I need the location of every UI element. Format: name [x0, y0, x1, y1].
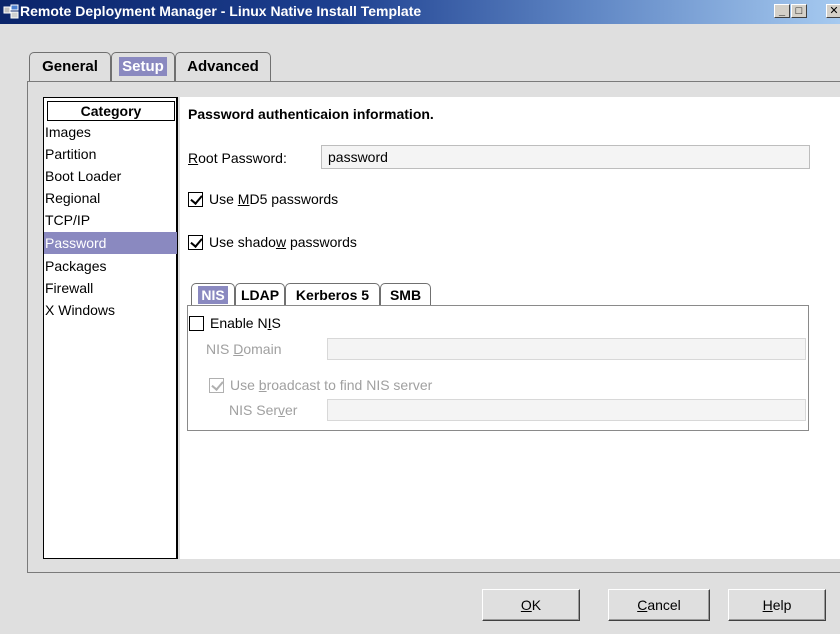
enable-nis-checkbox[interactable]	[189, 315, 204, 331]
ok-button[interactable]: OK	[482, 589, 580, 621]
md5-label: Use MD5 passwords	[209, 191, 339, 207]
cancel-button[interactable]: Cancel	[608, 589, 710, 621]
shadow-checkbox-row[interactable]: Use shadow passwords	[188, 233, 357, 251]
close-icon: ✕	[829, 5, 839, 17]
window-title: Remote Deployment Manager - Linux Native…	[20, 3, 422, 19]
category-item-firewall[interactable]: Firewall	[44, 277, 177, 299]
category-item-tcpip[interactable]: TCP/IP	[44, 209, 177, 231]
category-list: Category Images Partition Boot Loader Re…	[43, 97, 178, 559]
minimize-icon: _	[778, 5, 786, 17]
password-content: Password authenticaion information. Root…	[180, 97, 840, 559]
category-header: Category	[47, 101, 175, 121]
tab-setup[interactable]: Setup	[111, 52, 175, 82]
category-item-password[interactable]: Password	[44, 232, 177, 254]
tab-nis-label: NIS	[198, 286, 228, 304]
category-item-boot-loader[interactable]: Boot Loader	[44, 165, 177, 187]
md5-checkbox-row[interactable]: Use MD5 passwords	[188, 190, 338, 208]
tab-advanced[interactable]: Advanced	[175, 52, 271, 82]
category-item-images[interactable]: Images	[44, 121, 177, 143]
category-item-packages[interactable]: Packages	[44, 255, 177, 277]
enable-nis-label: Enable NIS	[210, 315, 281, 331]
title-bar: Remote Deployment Manager - Linux Native…	[0, 0, 840, 24]
broadcast-label: Use broadcast to find NIS server	[230, 377, 433, 393]
password-heading: Password authenticaion information.	[188, 106, 434, 122]
md5-checkbox[interactable]	[188, 191, 203, 207]
nis-domain-input[interactable]	[327, 338, 806, 360]
root-password-label: Root Password:	[188, 150, 287, 166]
tab-kerberos-5-label: Kerberos 5	[295, 287, 370, 303]
broadcast-checkbox[interactable]	[209, 377, 224, 393]
nis-domain-label: NIS Domain	[206, 341, 282, 357]
shadow-label: Use shadow passwords	[209, 234, 357, 250]
tab-advanced-label: Advanced	[187, 58, 259, 75]
broadcast-row[interactable]: Use broadcast to find NIS server	[209, 376, 432, 394]
enable-nis-row[interactable]: Enable NIS	[189, 314, 281, 332]
shadow-checkbox[interactable]	[188, 234, 203, 250]
minimize-button[interactable]: _	[774, 4, 790, 18]
nis-server-input[interactable]	[327, 399, 806, 421]
tab-general-label: General	[42, 58, 98, 75]
tab-kerberos-5[interactable]: Kerberos 5	[285, 283, 380, 307]
maximize-button[interactable]: □	[791, 4, 807, 18]
tab-ldap-label: LDAP	[240, 287, 280, 303]
category-item-x-windows[interactable]: X Windows	[44, 299, 177, 321]
nis-server-label: NIS Server	[229, 402, 298, 418]
nis-panel: Enable NIS NIS Domain Use broadcast to f…	[187, 305, 809, 431]
root-password-input[interactable]	[321, 145, 810, 169]
tab-ldap[interactable]: LDAP	[235, 283, 285, 307]
maximize-icon: □	[795, 5, 803, 17]
tab-setup-label: Setup	[119, 57, 167, 76]
tab-general[interactable]: General	[29, 52, 111, 82]
help-button[interactable]: Help	[728, 589, 826, 621]
close-button[interactable]: ✕	[826, 4, 840, 18]
tab-smb-label: SMB	[389, 287, 422, 303]
tab-smb[interactable]: SMB	[380, 283, 431, 307]
category-item-regional[interactable]: Regional	[44, 187, 177, 209]
app-icon	[3, 4, 19, 19]
tab-nis[interactable]: NIS	[191, 283, 235, 307]
category-item-partition[interactable]: Partition	[44, 143, 177, 165]
